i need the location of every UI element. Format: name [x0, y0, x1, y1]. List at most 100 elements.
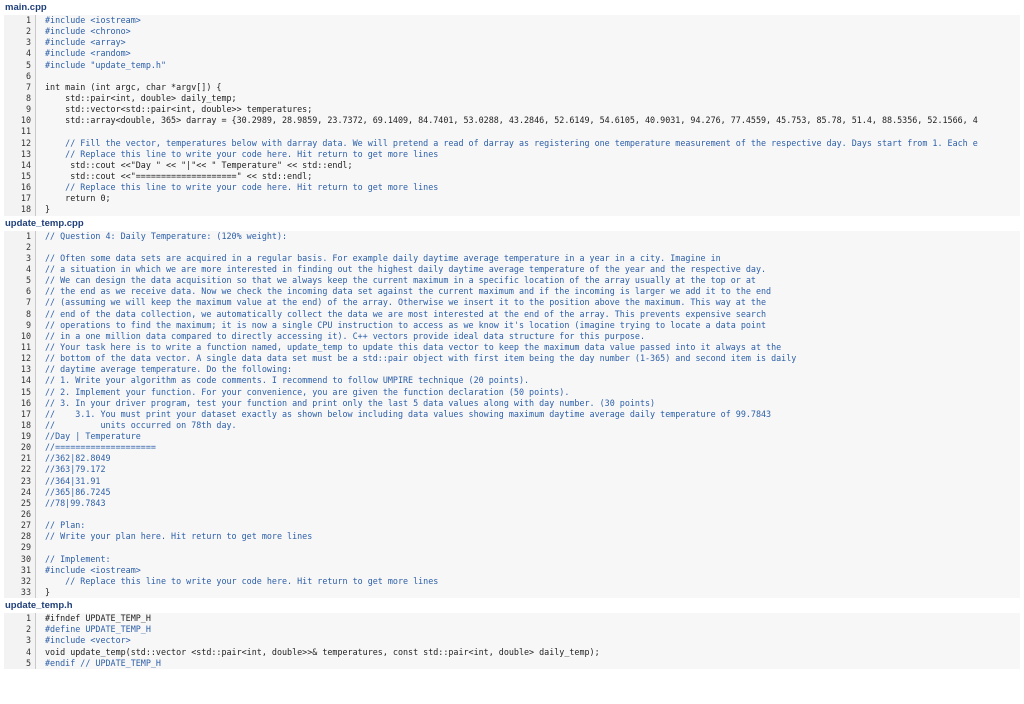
line-text[interactable]: #include <chrono> [36, 26, 1020, 38]
line-text[interactable]: //363|79.172 [36, 464, 1020, 476]
code-line[interactable]: 16 // Replace this line to write your co… [4, 182, 1020, 194]
code-line[interactable]: 25//78|99.7843 [4, 497, 1020, 510]
code-line[interactable]: 17// 3.1. You must print your dataset ex… [4, 408, 1020, 420]
code-line[interactable]: 32 // Replace this line to write your co… [4, 575, 1020, 588]
line-text[interactable]: // a situation in which we are more inte… [36, 263, 1020, 276]
line-text[interactable]: // Implement: [36, 553, 1020, 565]
code-line[interactable]: 18} [4, 204, 1020, 216]
code-line[interactable]: 19//Day | Temperature [4, 431, 1020, 443]
code-line[interactable]: 31 #include <iostream> [4, 564, 1020, 576]
code-line[interactable]: 12// bottom of the data vector. A single… [4, 353, 1020, 365]
line-text[interactable] [36, 126, 1020, 138]
line-text[interactable]: #include <iostream> [36, 564, 1020, 576]
code-line[interactable]: 7// (assuming we will keep the maximum v… [4, 297, 1020, 309]
line-text[interactable]: std::vector<std::pair<int, double>> temp… [36, 104, 1020, 116]
code-line[interactable]: 15// 2. Implement your function. For you… [4, 386, 1020, 398]
code-line[interactable]: 1 #ifndef UPDATE_TEMP_H [4, 613, 1020, 625]
code-line[interactable]: 6// the end as we receive data. Now we c… [4, 286, 1020, 298]
code-block[interactable]: 1// Question 4: Daily Temperature: (120%… [4, 230, 1020, 599]
line-text[interactable] [36, 70, 1020, 82]
line-text[interactable]: // We can design the data acquisition so… [36, 275, 1020, 287]
code-line[interactable]: 11 [4, 126, 1020, 138]
line-text[interactable]: // end of the data collection, we automa… [36, 308, 1020, 320]
code-line[interactable]: 3 #include <vector> [4, 635, 1020, 647]
line-text[interactable]: // Plan: [36, 520, 1020, 532]
line-text[interactable]: // Question 4: Daily Temperature: (120% … [36, 230, 1020, 242]
line-text[interactable] [36, 241, 1020, 253]
code-block[interactable]: 1 #include <iostream> 2 #include <chrono> 3 #… [4, 15, 1020, 216]
code-line[interactable]: 14// 1. Write your algorithm as code com… [4, 375, 1020, 387]
line-text[interactable]: #include <vector> [36, 635, 1020, 647]
code-line[interactable]: 2 #define UPDATE_TEMP_H [4, 624, 1020, 636]
code-line[interactable]: 30// Implement: [4, 553, 1020, 565]
line-text[interactable]: // Write your plan here. Hit return to g… [36, 531, 1020, 543]
code-line[interactable]: 14 std::cout <<"Day " << "|"<< " Tempera… [4, 159, 1020, 171]
code-line[interactable]: 20//==================== [4, 442, 1020, 454]
code-line[interactable]: 8// end of the data collection, we autom… [4, 308, 1020, 320]
line-text[interactable]: // daytime average temperature. Do the f… [36, 364, 1020, 376]
line-text[interactable]: return 0; [36, 193, 1020, 205]
code-line[interactable]: 3 #include <array> [4, 37, 1020, 49]
code-line[interactable]: 27// Plan: [4, 520, 1020, 532]
code-line[interactable]: 4 void update_temp(std::vector <std::pair… [4, 646, 1020, 658]
line-text[interactable]: // Replace this line to write your code … [36, 575, 1020, 588]
code-line[interactable]: 5 #endif // UPDATE_TEMP_H [4, 657, 1020, 669]
line-text[interactable]: // Your task here is to write a function… [36, 341, 1020, 354]
line-text[interactable]: //Day | Temperature [36, 431, 1020, 443]
code-line[interactable]: 6 [4, 70, 1020, 82]
line-text[interactable]: // 3.1. You must print your dataset exac… [36, 408, 1020, 420]
line-text[interactable]: //365|86.7245 [36, 486, 1020, 498]
code-line[interactable]: 28// Write your plan here. Hit return to… [4, 531, 1020, 543]
line-text[interactable]: //==================== [36, 442, 1020, 454]
code-line[interactable]: 18// units occurred on 78th day. [4, 419, 1020, 432]
line-text[interactable]: // 1. Write your algorithm as code comme… [36, 375, 1020, 387]
code-line[interactable]: 29 [4, 542, 1020, 554]
line-text[interactable]: // units occurred on 78th day. [36, 419, 1020, 432]
code-line[interactable]: 5// We can design the data acquisition s… [4, 275, 1020, 287]
line-text[interactable]: //364|31.91 [36, 475, 1020, 487]
line-text[interactable]: // bottom of the data vector. A single d… [36, 353, 1020, 365]
code-line[interactable]: 26 [4, 509, 1020, 521]
line-text[interactable]: } [36, 587, 1020, 599]
code-line[interactable]: 5 #include "update_temp.h" [4, 59, 1020, 71]
code-line[interactable]: 17 return 0; [4, 193, 1020, 205]
code-line[interactable]: 24//365|86.7245 [4, 486, 1020, 498]
line-text[interactable]: //78|99.7843 [36, 497, 1020, 510]
code-line[interactable]: 1 #include <iostream> [4, 15, 1020, 27]
line-text[interactable]: // (assuming we will keep the maximum va… [36, 297, 1020, 309]
code-line[interactable]: 12 // Fill the vector, temperatures belo… [4, 137, 1020, 149]
line-text[interactable]: } [36, 204, 1020, 216]
line-text[interactable]: #ifndef UPDATE_TEMP_H [36, 613, 1020, 625]
line-text[interactable]: // Replace this line to write your code … [36, 148, 1020, 160]
line-text[interactable]: // 2. Implement your function. For your … [36, 386, 1020, 398]
line-text[interactable]: // operations to find the maximum; it is… [36, 319, 1020, 331]
line-text[interactable]: // 3. In your driver program, test your … [36, 397, 1020, 409]
code-line[interactable]: 1// Question 4: Daily Temperature: (120%… [4, 230, 1020, 242]
code-line[interactable]: 16// 3. In your driver program, test you… [4, 397, 1020, 409]
line-text[interactable]: #include <iostream> [36, 15, 1020, 27]
code-line[interactable]: 9// operations to find the maximum; it i… [4, 319, 1020, 331]
line-text[interactable]: std::array<double, 365> darray = {30.298… [36, 115, 1020, 127]
line-text[interactable]: // Replace this line to write your code … [36, 182, 1020, 194]
code-line[interactable]: 4// a situation in which we are more int… [4, 263, 1020, 276]
line-text[interactable]: // Often some data sets are acquired in … [36, 252, 1020, 264]
code-line[interactable]: 11// Your task here is to write a functi… [4, 341, 1020, 354]
line-text[interactable]: #include <random> [36, 48, 1020, 60]
code-line[interactable]: 15 std::cout <<"====================" <<… [4, 170, 1020, 183]
code-line[interactable]: 13// daytime average temperature. Do the… [4, 364, 1020, 376]
code-block[interactable]: 1 #ifndef UPDATE_TEMP_H 2 #define UPDATE_TE… [4, 613, 1020, 669]
line-text[interactable]: std::cout <<"====================" << st… [36, 170, 1020, 183]
code-line[interactable]: 7 int main (int argc, char *argv[]) { [4, 81, 1020, 93]
line-text[interactable]: int main (int argc, char *argv[]) { [36, 81, 1020, 93]
line-text[interactable]: void update_temp(std::vector <std::pair<… [36, 646, 1020, 658]
line-text[interactable] [36, 542, 1020, 554]
code-line[interactable]: 4 #include <random> [4, 48, 1020, 60]
code-line[interactable]: 23//364|31.91 [4, 475, 1020, 487]
code-line[interactable]: 10// in a one million data compared to d… [4, 330, 1020, 342]
code-line[interactable]: 21//362|82.8049 [4, 453, 1020, 465]
code-line[interactable]: 2 #include <chrono> [4, 26, 1020, 38]
code-line[interactable]: 9 std::vector<std::pair<int, double>> te… [4, 104, 1020, 116]
line-text[interactable]: //362|82.8049 [36, 453, 1020, 465]
line-text[interactable]: #include "update_temp.h" [36, 59, 1020, 71]
line-text[interactable]: std::pair<int, double> daily_temp; [36, 92, 1020, 105]
